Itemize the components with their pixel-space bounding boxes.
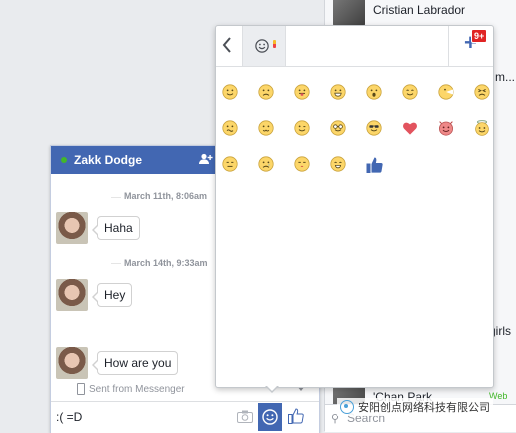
smile-emoji[interactable] — [222, 84, 238, 100]
smile-2-emoji[interactable] — [402, 84, 418, 100]
message-timestamp: March 11th, 8:06am — [124, 191, 208, 201]
devil-emoji[interactable] — [438, 120, 454, 136]
message-input[interactable]: :( =D — [56, 410, 82, 424]
message-row: Hey — [56, 279, 133, 311]
camera-icon[interactable] — [237, 410, 253, 426]
thumbs-up-emoji[interactable] — [366, 156, 383, 173]
add-friend-icon[interactable] — [199, 153, 213, 168]
emoji-button[interactable] — [258, 403, 282, 431]
tab-emoji[interactable] — [242, 26, 286, 66]
squint-emoji[interactable] — [474, 84, 490, 100]
avatar — [333, 0, 365, 26]
message-bubble: Hey — [91, 283, 133, 307]
like-button[interactable] — [288, 408, 304, 427]
kiki-emoji[interactable] — [330, 156, 346, 172]
phone-icon — [77, 383, 85, 395]
curly-lips-emoji[interactable] — [258, 120, 274, 136]
sent-from-label: Sent from Messenger — [77, 383, 185, 395]
heart-emoji[interactable] — [402, 120, 418, 136]
grin-emoji[interactable] — [330, 84, 346, 100]
avatar — [56, 347, 88, 379]
online-status-icon — [61, 157, 67, 163]
divider — [111, 197, 121, 198]
unsure-emoji[interactable] — [222, 156, 238, 172]
message-bubble: Haha — [92, 216, 140, 240]
divider — [111, 263, 121, 264]
sunglasses-emoji[interactable] — [366, 120, 382, 136]
glasses-emoji[interactable] — [330, 120, 346, 136]
divider — [448, 26, 449, 66]
emoji-picker-toolbar: + 9+ — [216, 26, 493, 67]
sent-from-text: Sent from Messenger — [89, 383, 185, 395]
watermark-logo-icon — [340, 400, 354, 414]
clipped-contact-text: m... — [495, 70, 515, 84]
cry-emoji[interactable] — [258, 156, 274, 172]
back-button[interactable] — [222, 36, 232, 54]
gasp-emoji[interactable] — [366, 84, 382, 100]
watermark: 安阳创点网络科技有限公司 — [337, 398, 493, 416]
message-row: How are you — [56, 347, 179, 379]
contact-name: Cristian Labrador — [373, 3, 466, 17]
popover-caret — [265, 385, 279, 393]
contact-item[interactable]: Cristian Labrador — [333, 0, 465, 26]
sticker-indicator-icon — [273, 40, 276, 48]
confused-emoji[interactable] — [222, 120, 238, 136]
pacman-emoji[interactable] — [438, 84, 454, 100]
emoji-picker: + 9+ — [215, 25, 494, 388]
message-bubble: How are you — [91, 351, 179, 375]
avatar — [56, 279, 88, 311]
notification-badge: 9+ — [471, 29, 488, 43]
message-row: Haha — [56, 212, 140, 244]
wink-emoji[interactable] — [294, 120, 310, 136]
chat-contact-name[interactable]: Zakk Dodge — [74, 153, 142, 167]
watermark-text: 安阳创点网络科技有限公司 — [358, 402, 490, 414]
message-timestamp: March 14th, 9:33am — [124, 258, 208, 268]
message-composer[interactable]: :( =D — [51, 401, 319, 433]
kiss-emoji[interactable] — [294, 156, 310, 172]
tongue-emoji[interactable] — [294, 84, 310, 100]
avatar — [56, 212, 88, 244]
angel-emoji[interactable] — [474, 120, 490, 136]
frown-emoji[interactable] — [258, 84, 274, 100]
